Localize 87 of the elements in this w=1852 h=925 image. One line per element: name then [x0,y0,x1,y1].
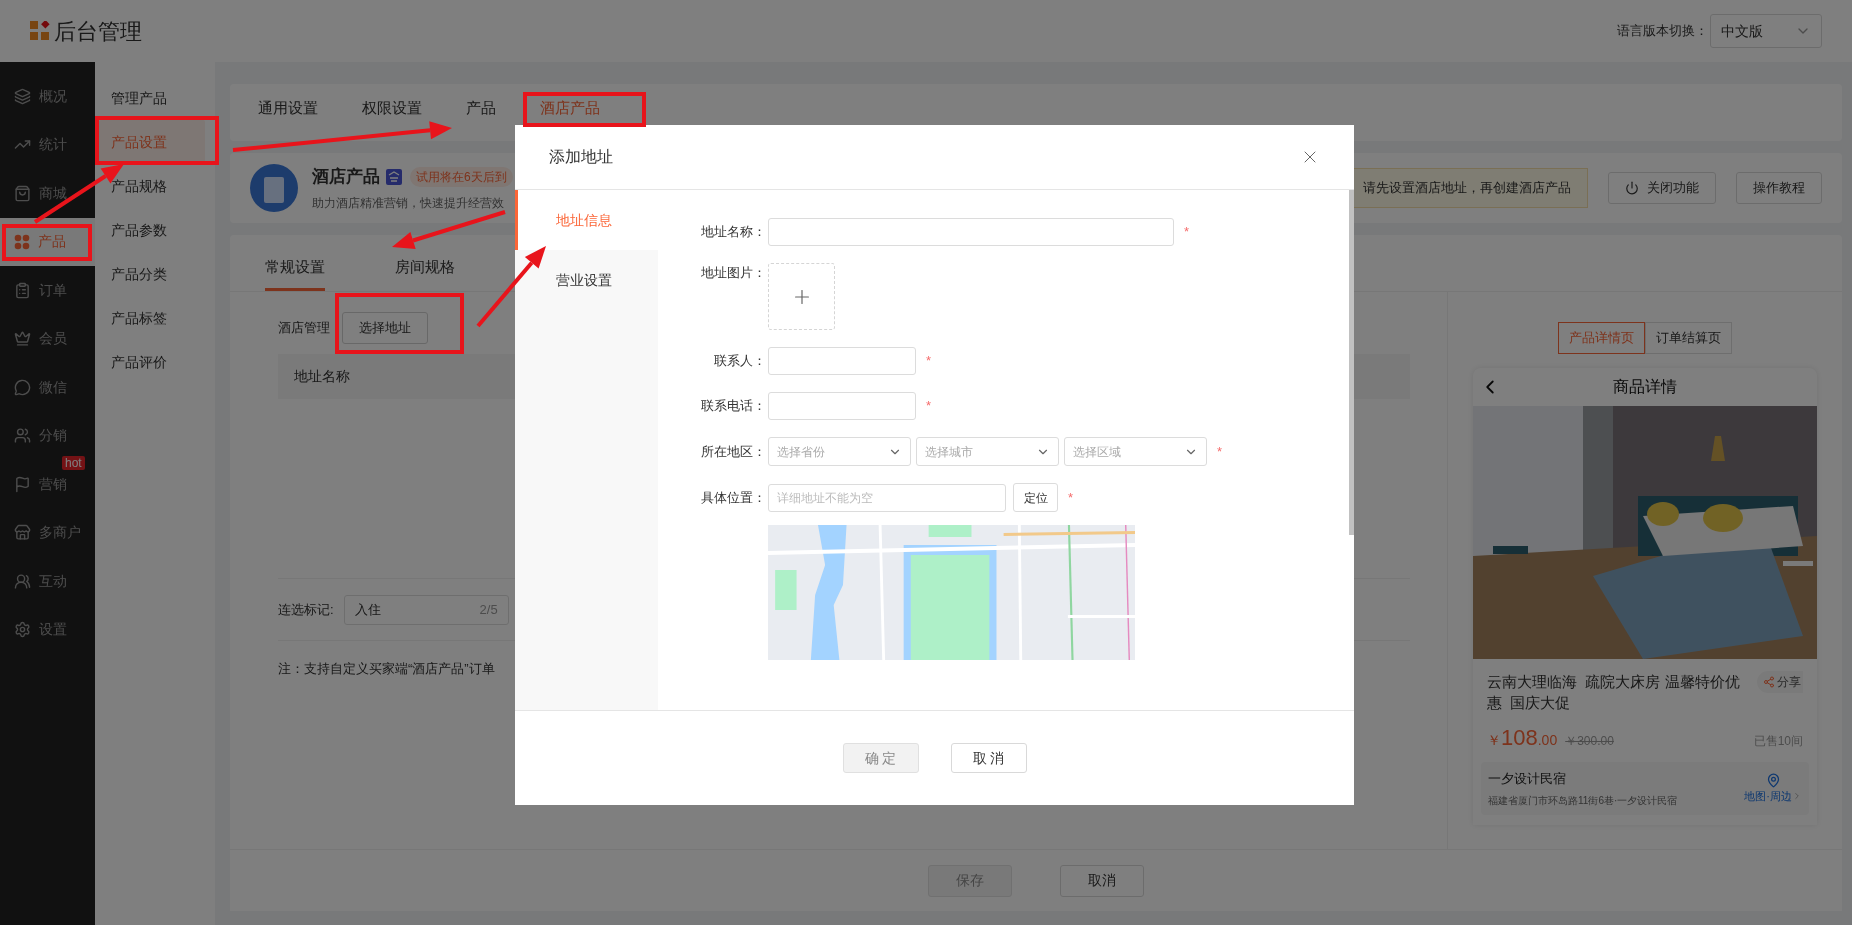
input-field[interactable]: 详细地址不能为空 [768,483,1006,512]
dialog-nav-item[interactable]: 地址信息 [515,190,658,250]
sub-nav-item[interactable]: 管理产品 [99,76,205,120]
share-button[interactable]: 分享 [1757,671,1803,693]
layers-icon [14,87,31,105]
sub-nav-item[interactable]: 产品分类 [99,252,205,296]
action-button[interactable]: 取消 [1060,864,1144,897]
card-description: 助力酒店精准营销，快速提升经营效 [312,195,505,213]
nav-item[interactable]: 设置 [0,605,95,654]
tab[interactable]: 常规设置 [265,246,325,291]
field-label: 地址名称： [700,223,767,242]
store-icon [14,524,31,542]
sub-nav-item[interactable]: 产品规格 [99,164,205,208]
people-icon [14,572,31,590]
tab[interactable]: 权限设置 [362,98,422,118]
tab[interactable]: 酒店产品 [540,98,600,118]
field-label: 所在地区： [700,442,767,461]
map-link[interactable]: 地图·周边 [1744,772,1802,804]
action-button[interactable]: 关闭功能 [1608,172,1716,204]
required-mark: * [926,397,932,416]
dialog-nav-item[interactable]: 营业设置 [515,250,658,310]
flag-icon [14,475,31,493]
card-title: 酒店产品 [312,165,380,188]
select-address-button[interactable]: 选择地址 [342,312,428,344]
chevron-right-icon [1792,790,1802,801]
tab[interactable]: 通用设置 [258,98,318,118]
select-field[interactable]: 选择省份 [768,437,911,466]
nav-item[interactable]: 微信 [0,363,95,412]
field-label: 联系人： [713,352,767,371]
preview-title: 商品详情 [1613,377,1677,397]
dialog-title: 添加地址 [549,147,613,167]
required-mark: * [926,352,932,371]
preview-tab[interactable]: 产品详情页 [1558,322,1645,354]
action-button[interactable]: 取 消 [950,743,1027,773]
chat-icon [14,378,31,396]
settings-icon [14,621,31,639]
preview-tab[interactable]: 订单结算页 [1645,322,1732,354]
nav-item[interactable]: 多商户 [0,508,95,557]
logo-icon [30,21,50,41]
note-text: 注：支持自定义买家端“酒店产品”订单 [278,660,496,678]
nav-item[interactable]: 订单 [0,266,95,315]
action-button[interactable]: 操作教程 [1736,172,1822,204]
field-label: 具体位置： [700,488,767,507]
hotel-icon [250,164,298,212]
nav-item[interactable]: 商城 [0,169,95,218]
sub-nav-item[interactable]: 产品评价 [99,340,205,384]
input-field[interactable] [768,392,916,420]
nav-item[interactable]: 概况 [0,72,95,121]
field-label: 酒店管理 [278,319,330,338]
upload-box[interactable] [768,263,835,330]
power-icon [1625,181,1639,195]
user-icon [14,427,31,445]
price: ￥108.00 [1487,724,1558,752]
select-field[interactable]: 选择区域 [1064,437,1207,466]
nav-item[interactable]: 统计 [0,120,95,169]
clipboard-icon [14,281,31,299]
pin-icon [1765,772,1781,788]
sub-nav-item[interactable]: 产品参数 [99,208,205,252]
column-header: 地址名称 [294,367,350,386]
tab[interactable]: 产品 [466,98,496,118]
tab[interactable]: 房间规格 [395,246,455,291]
language-label: 语言版本切换： [1617,22,1708,41]
share-icon [1763,676,1775,688]
required-mark: * [1217,442,1223,461]
trial-tag: 试用将在6天后到 [410,166,513,187]
required-mark: * [1184,223,1190,242]
badge-icon [386,168,402,185]
product-name: 云南大理临海 疏院大床房 温馨特价优惠 国庆大促 [1487,672,1741,713]
required-mark: * [1068,488,1074,507]
nav-item[interactable]: 会员 [0,314,95,363]
language-select[interactable]: 中文版 [1710,14,1822,48]
input-field[interactable] [768,218,1174,246]
field-label: 地址图片： [700,264,767,282]
scrollbar[interactable] [1349,190,1354,535]
crown-icon [14,330,31,348]
grid-icon [14,233,30,250]
hot-badge: hot [62,456,85,470]
app-title: 后台管理 [54,17,142,46]
select-field[interactable]: 选择城市 [916,437,1059,466]
field-label: 联系电话： [700,397,767,416]
locate-button[interactable]: 定位 [1013,483,1058,512]
sub-nav-item[interactable]: 产品标签 [99,296,205,340]
input-field[interactable] [768,347,916,375]
bag-icon [14,184,31,202]
field-label: 连选标记: [278,600,334,619]
nav-item[interactable]: 互动 [0,557,95,606]
sub-nav-item[interactable]: 产品设置 [99,120,205,164]
